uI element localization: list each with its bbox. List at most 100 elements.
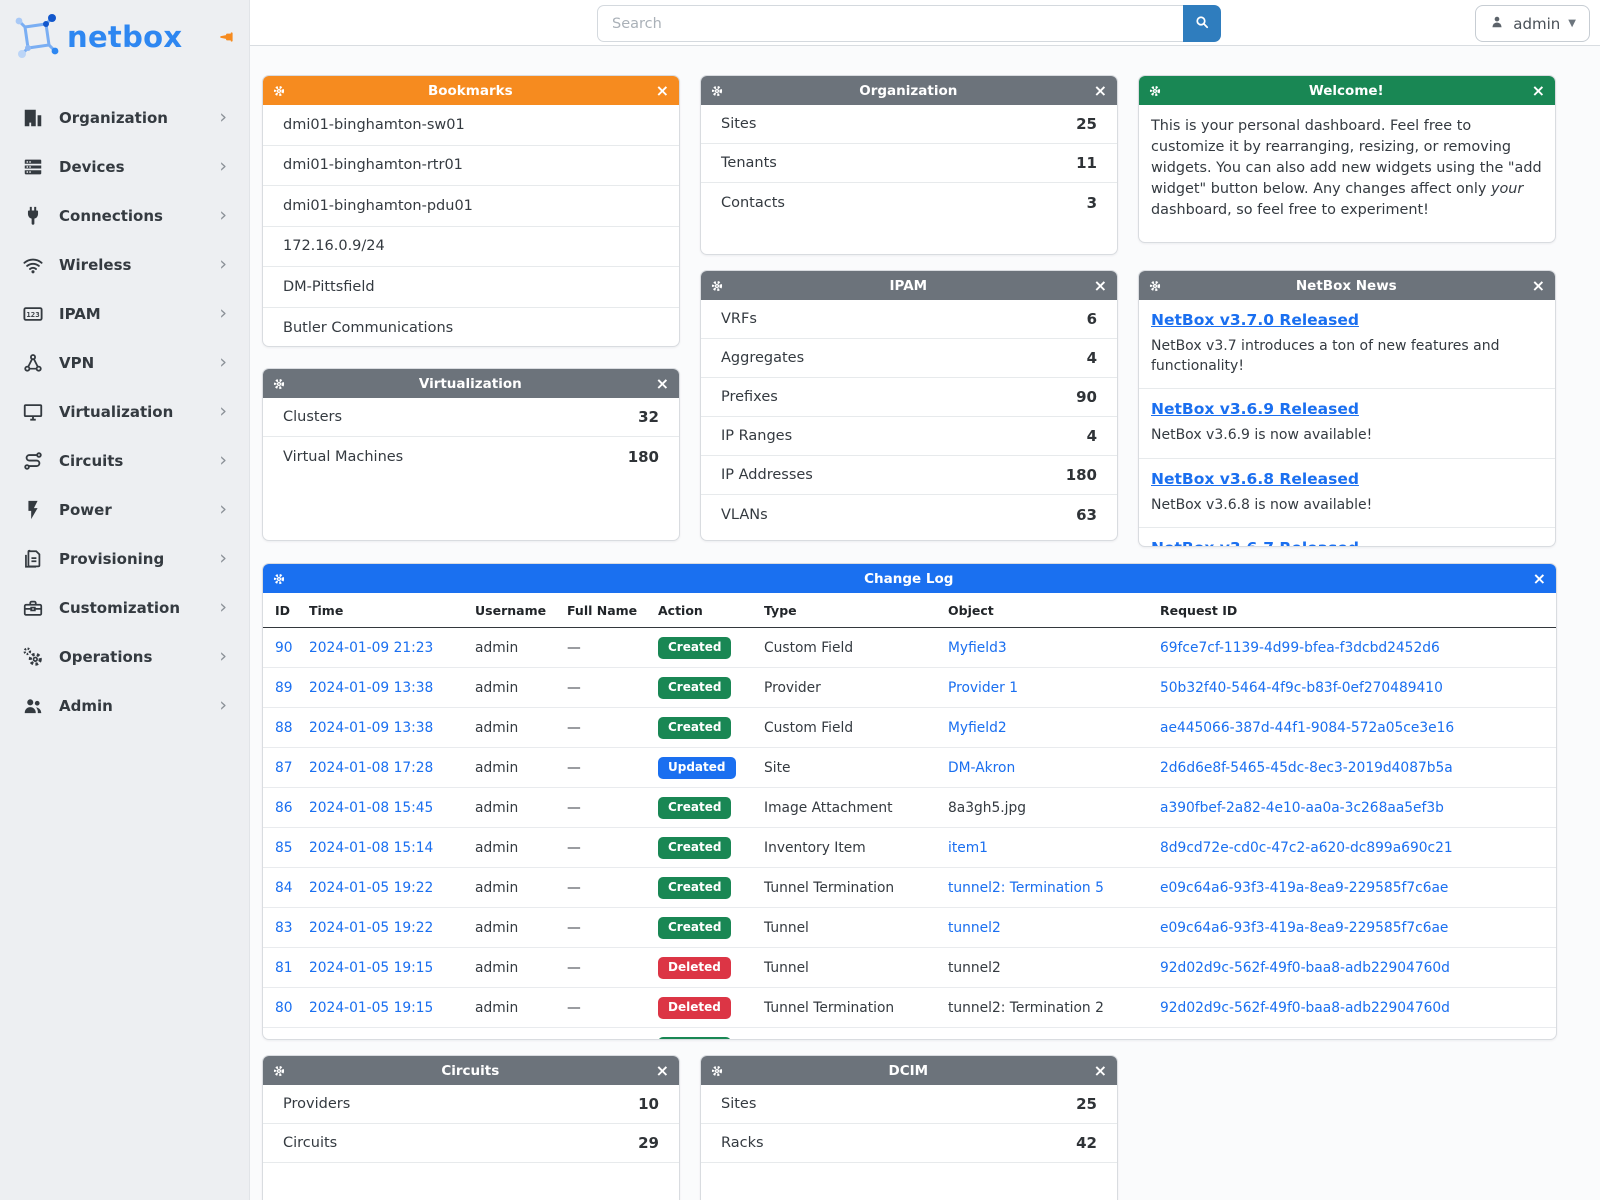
search-input[interactable] bbox=[597, 5, 1183, 42]
close-icon[interactable]: × bbox=[1531, 278, 1546, 294]
stat-label[interactable]: VRFs bbox=[721, 311, 757, 327]
changelog-object-link[interactable]: tunnel2: Termination 5 bbox=[948, 880, 1104, 896]
sidebar-item-provisioning[interactable]: Provisioning › bbox=[0, 534, 249, 583]
stat-label[interactable]: VLANs bbox=[721, 507, 768, 523]
close-icon[interactable]: × bbox=[1532, 571, 1547, 587]
stat-label[interactable]: Contacts bbox=[721, 195, 785, 211]
changelog-request-id-link[interactable]: 50b32f40-5464-4f9c-b83f-0ef270489410 bbox=[1160, 680, 1443, 696]
bookmark-item[interactable]: DM-Pittsfield bbox=[263, 267, 679, 308]
changelog-time-link[interactable]: 2024-01-08 15:45 bbox=[309, 800, 433, 816]
changelog-object-link[interactable]: Myfield2 bbox=[948, 720, 1007, 736]
gear-icon[interactable] bbox=[1148, 279, 1162, 293]
gear-icon[interactable] bbox=[272, 84, 286, 98]
sidebar-item-power[interactable]: Power › bbox=[0, 485, 249, 534]
changelog-request-id-link[interactable]: e09c64a6-93f3-419a-8ea9-229585f7c6ae bbox=[1160, 880, 1448, 896]
close-icon[interactable]: × bbox=[1093, 278, 1108, 294]
changelog-id-link[interactable]: 81 bbox=[275, 960, 293, 976]
sidebar-item-connections[interactable]: Connections › bbox=[0, 191, 249, 240]
gear-icon[interactable] bbox=[710, 84, 724, 98]
news-link[interactable]: NetBox v3.7.0 Released bbox=[1151, 311, 1359, 329]
changelog-time-link[interactable]: 2024-01-08 17:28 bbox=[309, 760, 433, 776]
close-icon[interactable]: × bbox=[1531, 83, 1546, 99]
sidebar-item-wireless[interactable]: Wireless › bbox=[0, 240, 249, 289]
changelog-time-link[interactable]: 2024-01-05 19:22 bbox=[309, 920, 433, 936]
gear-icon[interactable] bbox=[710, 279, 724, 293]
sidebar-item-devices[interactable]: Devices › bbox=[0, 142, 249, 191]
changelog-request-id-link[interactable]: 8d9cd72e-cd0c-47c2-a620-dc899a690c21 bbox=[1160, 840, 1453, 856]
sidebar-item-organization[interactable]: Organization › bbox=[0, 93, 249, 142]
stat-label[interactable]: Virtual Machines bbox=[283, 449, 403, 465]
news-link[interactable]: NetBox v3.6.9 Released bbox=[1151, 400, 1359, 418]
changelog-object-link[interactable]: tunnel2 bbox=[948, 920, 1001, 936]
bookmark-item[interactable]: dmi01-binghamton-pdu01 bbox=[263, 186, 679, 227]
close-icon[interactable]: × bbox=[655, 376, 670, 392]
changelog-id-link[interactable]: 86 bbox=[275, 800, 293, 816]
sidebar-item-operations[interactable]: Operations › bbox=[0, 632, 249, 681]
changelog-id-link[interactable]: 80 bbox=[275, 1000, 293, 1016]
gear-icon[interactable] bbox=[1148, 84, 1162, 98]
news-link[interactable]: NetBox v3.6.8 Released bbox=[1151, 470, 1359, 488]
stat-label[interactable]: Prefixes bbox=[721, 389, 778, 405]
search-button[interactable] bbox=[1183, 5, 1221, 42]
user-menu-button[interactable]: admin ▼ bbox=[1475, 5, 1590, 42]
changelog-time-link[interactable]: 2024-01-05 19:14 bbox=[309, 1040, 433, 1041]
changelog-object-link[interactable]: DM-Akron bbox=[948, 760, 1015, 776]
netbox-logo[interactable]: netbox bbox=[0, 0, 249, 69]
bookmark-item[interactable]: dmi01-binghamton-sw01 bbox=[263, 105, 679, 146]
changelog-request-id-link[interactable]: ae445066-387d-44f1-9084-572a05ce3e16 bbox=[1160, 720, 1454, 736]
changelog-time-link[interactable]: 2024-01-09 21:23 bbox=[309, 640, 433, 656]
changelog-time-link[interactable]: 2024-01-09 13:38 bbox=[309, 720, 433, 736]
changelog-id-link[interactable]: 83 bbox=[275, 920, 293, 936]
bookmark-item[interactable]: dmi01-binghamton-rtr01 bbox=[263, 146, 679, 187]
changelog-id-link[interactable]: 84 bbox=[275, 880, 293, 896]
changelog-object-link[interactable]: tunnel1: Termination 3 bbox=[948, 1040, 1104, 1041]
pin-icon[interactable] bbox=[217, 28, 235, 46]
changelog-id-link[interactable]: 89 bbox=[275, 680, 293, 696]
changelog-request-id-link[interactable]: a390fbef-2a82-4e10-aa0a-3c268aa5ef3b bbox=[1160, 800, 1444, 816]
sidebar-item-vpn[interactable]: VPN › bbox=[0, 338, 249, 387]
gear-icon[interactable] bbox=[272, 572, 286, 586]
bookmark-item[interactable]: Butler Communications bbox=[263, 308, 679, 348]
changelog-time-link[interactable]: 2024-01-05 19:15 bbox=[309, 1000, 433, 1016]
stat-label[interactable]: IP Ranges bbox=[721, 428, 792, 444]
sidebar-item-customization[interactable]: Customization › bbox=[0, 583, 249, 632]
gear-icon[interactable] bbox=[272, 377, 286, 391]
changelog-time-link[interactable]: 2024-01-05 19:15 bbox=[309, 960, 433, 976]
stat-label[interactable]: Aggregates bbox=[721, 350, 804, 366]
news-link[interactable]: NetBox v3.6.7 Released bbox=[1151, 539, 1359, 547]
sidebar-item-admin[interactable]: Admin › bbox=[0, 681, 249, 730]
stat-label[interactable]: Sites bbox=[721, 1096, 756, 1112]
stat-label[interactable]: Clusters bbox=[283, 409, 342, 425]
sidebar-item-ipam[interactable]: 123 IPAM › bbox=[0, 289, 249, 338]
stat-label[interactable]: Providers bbox=[283, 1096, 350, 1112]
close-icon[interactable]: × bbox=[655, 83, 670, 99]
changelog-id-link[interactable]: 88 bbox=[275, 720, 293, 736]
changelog-time-link[interactable]: 2024-01-09 13:38 bbox=[309, 680, 433, 696]
stat-label[interactable]: Racks bbox=[721, 1135, 764, 1151]
changelog-id-link[interactable]: 90 bbox=[275, 640, 293, 656]
changelog-object-link[interactable]: item1 bbox=[948, 840, 988, 856]
stat-label[interactable]: Circuits bbox=[283, 1135, 337, 1151]
changelog-request-id-link[interactable]: 92d02d9c-562f-49f0-baa8-adb22904760d bbox=[1160, 1000, 1450, 1016]
close-icon[interactable]: × bbox=[1093, 1063, 1108, 1079]
close-icon[interactable]: × bbox=[1093, 83, 1108, 99]
stat-label[interactable]: Sites bbox=[721, 116, 756, 132]
changelog-id-link[interactable]: 79 bbox=[275, 1040, 293, 1041]
changelog-object-link[interactable]: Provider 1 bbox=[948, 680, 1018, 696]
stat-label[interactable]: IP Addresses bbox=[721, 467, 813, 483]
sidebar-item-virtualization[interactable]: Virtualization › bbox=[0, 387, 249, 436]
changelog-request-id-link[interactable]: f038e755-705e-47f3-9433-5392b9e6b9e5 bbox=[1160, 1040, 1452, 1041]
changelog-id-link[interactable]: 85 bbox=[275, 840, 293, 856]
changelog-time-link[interactable]: 2024-01-08 15:14 bbox=[309, 840, 433, 856]
bookmark-item[interactable]: 172.16.0.9/24 bbox=[263, 227, 679, 268]
gear-icon[interactable] bbox=[272, 1064, 286, 1078]
sidebar-item-circuits[interactable]: Circuits › bbox=[0, 436, 249, 485]
changelog-id-link[interactable]: 87 bbox=[275, 760, 293, 776]
changelog-time-link[interactable]: 2024-01-05 19:22 bbox=[309, 880, 433, 896]
changelog-request-id-link[interactable]: 92d02d9c-562f-49f0-baa8-adb22904760d bbox=[1160, 960, 1450, 976]
changelog-object-link[interactable]: Myfield3 bbox=[948, 640, 1007, 656]
close-icon[interactable]: × bbox=[655, 1063, 670, 1079]
changelog-request-id-link[interactable]: 69fce7cf-1139-4d99-bfea-f3dcbd2452d6 bbox=[1160, 640, 1440, 656]
changelog-request-id-link[interactable]: 2d6d6e8f-5465-45dc-8ec3-2019d4087b5a bbox=[1160, 760, 1453, 776]
changelog-request-id-link[interactable]: e09c64a6-93f3-419a-8ea9-229585f7c6ae bbox=[1160, 920, 1448, 936]
